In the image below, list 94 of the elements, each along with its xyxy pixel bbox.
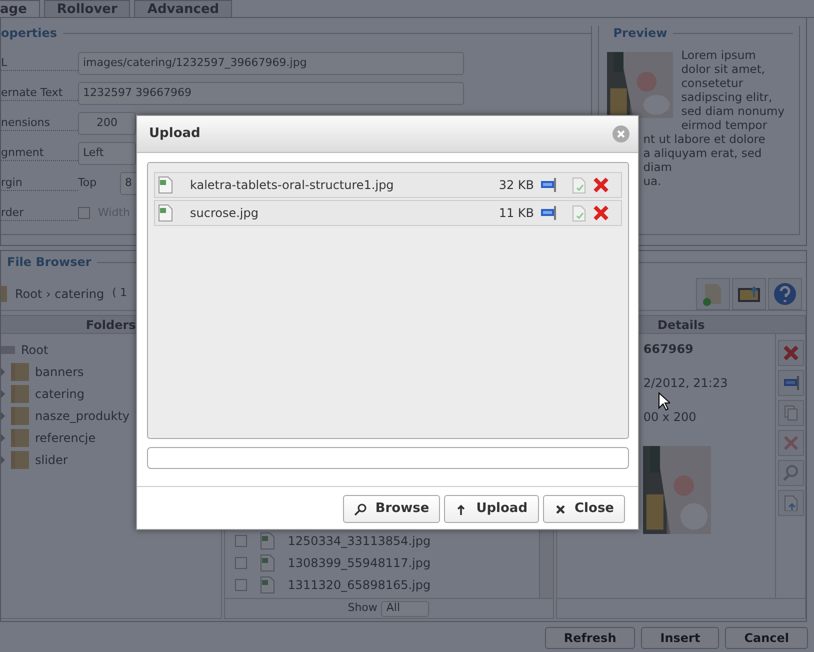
side-button[interactable] [778, 370, 804, 396]
expand-icon [1, 434, 5, 442]
file-import-icon [783, 495, 799, 511]
expand-icon [1, 412, 5, 420]
file-name[interactable]: 1250334_33113854.jpg [288, 532, 431, 550]
preview-text: ua. [643, 174, 662, 188]
section-legend: Preview [607, 24, 668, 42]
remove-icon[interactable] [593, 205, 609, 221]
expand-icon [1, 368, 5, 376]
image-file-icon [258, 576, 276, 594]
folder-icon [11, 384, 29, 404]
file-name[interactable]: 1308399_55948117.jpg [288, 554, 431, 572]
tree-item[interactable]: nasze_produkty [35, 407, 130, 425]
toolbar-button[interactable] [696, 278, 730, 310]
item-count: ( 1 [112, 285, 127, 302]
checkbox[interactable] [234, 579, 247, 591]
checkbox[interactable] [234, 535, 247, 547]
text-field[interactable]: images/catering/1232597_39667969.jpg [78, 52, 464, 74]
close-button[interactable]: Close [542, 495, 625, 523]
remove-icon[interactable] [593, 177, 609, 193]
file-name: sucrose.jpg [190, 205, 260, 222]
expand-icon [1, 456, 5, 464]
tree-item[interactable]: Root [21, 341, 48, 359]
file-check-icon[interactable] [571, 176, 587, 194]
tab[interactable]: Advanced [134, 0, 232, 17]
tree-item[interactable]: referencje [35, 429, 96, 447]
side-button[interactable] [778, 340, 804, 366]
file-size: 32 KB [498, 177, 534, 194]
alignment-select[interactable]: Left [78, 142, 136, 164]
search-icon [354, 502, 368, 516]
drive-icon [1, 345, 15, 355]
tab[interactable]: age [0, 0, 40, 17]
file-path-field[interactable] [147, 447, 629, 469]
section-legend: File Browser [1, 253, 92, 271]
file-name[interactable]: 1311320_65898165.jpg [288, 576, 431, 594]
preview-text: eirmod tempor [681, 118, 768, 132]
folder-icon [11, 406, 29, 426]
mouse-cursor [658, 392, 670, 411]
preview-text: Lorem ipsum [681, 48, 757, 62]
preview-text: nt ut labore et dolore [643, 132, 766, 146]
toolbar-button[interactable] [768, 278, 802, 310]
image-file-icon [258, 532, 276, 550]
image-file-icon [157, 204, 174, 222]
side-button[interactable] [778, 400, 804, 426]
browse-button[interactable]: Browse [343, 495, 440, 523]
width-field[interactable]: 200 [78, 112, 136, 134]
tree-item[interactable]: slider [35, 451, 68, 469]
search-icon [783, 465, 799, 481]
detail-text: 00 x 200 [643, 409, 698, 426]
image-file-icon [157, 176, 174, 194]
folder-icon [11, 450, 29, 470]
side-button[interactable] [778, 460, 804, 486]
footer-button[interactable]: Refresh [544, 627, 636, 649]
delete-icon [783, 345, 799, 361]
image-file-icon [258, 554, 276, 572]
folder-icon [11, 362, 29, 382]
side-button[interactable] [778, 490, 804, 516]
close-icon[interactable] [612, 125, 630, 143]
upload-button[interactable]: Upload [444, 495, 539, 523]
detail-text: 2/2012, 21:23 [643, 375, 729, 392]
file-name: 667969 [643, 341, 694, 358]
folder-icon [1, 286, 7, 302]
preview-text: dolor sit amet, [681, 62, 766, 76]
preview-text: sed diam nonumy [681, 104, 785, 118]
file-name: kaletra-tablets-oral-structure1.jpg [190, 177, 395, 194]
file-check-icon[interactable] [571, 204, 587, 222]
dialog-title: Upload [149, 125, 200, 144]
copy-icon [783, 405, 799, 421]
checkbox[interactable] [78, 207, 90, 219]
resize-icon[interactable] [540, 205, 557, 221]
field-label: rgin [1, 176, 78, 190]
resize-icon [783, 375, 799, 391]
toolbar-button[interactable] [732, 278, 766, 310]
text-field[interactable]: 1232597 39667969 [78, 82, 464, 104]
close-icon [554, 502, 567, 516]
resize-icon[interactable] [540, 177, 557, 193]
file-size: 11 KB [498, 205, 534, 222]
help-icon [773, 282, 797, 306]
tree-item[interactable]: banners [35, 363, 84, 381]
field-label: Top [78, 174, 98, 191]
tab[interactable]: Rollover [44, 0, 130, 17]
checkbox[interactable] [234, 557, 247, 569]
preview-text: consetetur [681, 76, 744, 90]
footer-button[interactable]: Insert [641, 627, 720, 649]
show-select[interactable]: All [381, 600, 430, 616]
tree-item[interactable]: catering [35, 385, 85, 403]
side-button[interactable] [778, 430, 804, 456]
breadcrumb-path: Root › catering [15, 286, 104, 302]
section-legend: operties [1, 24, 58, 42]
expand-icon [1, 390, 5, 398]
preview-text: sadipscing elitr, [681, 90, 774, 104]
show-label: Show [348, 600, 378, 616]
footer-button[interactable]: Cancel [725, 627, 808, 649]
folder-icon [11, 428, 29, 448]
